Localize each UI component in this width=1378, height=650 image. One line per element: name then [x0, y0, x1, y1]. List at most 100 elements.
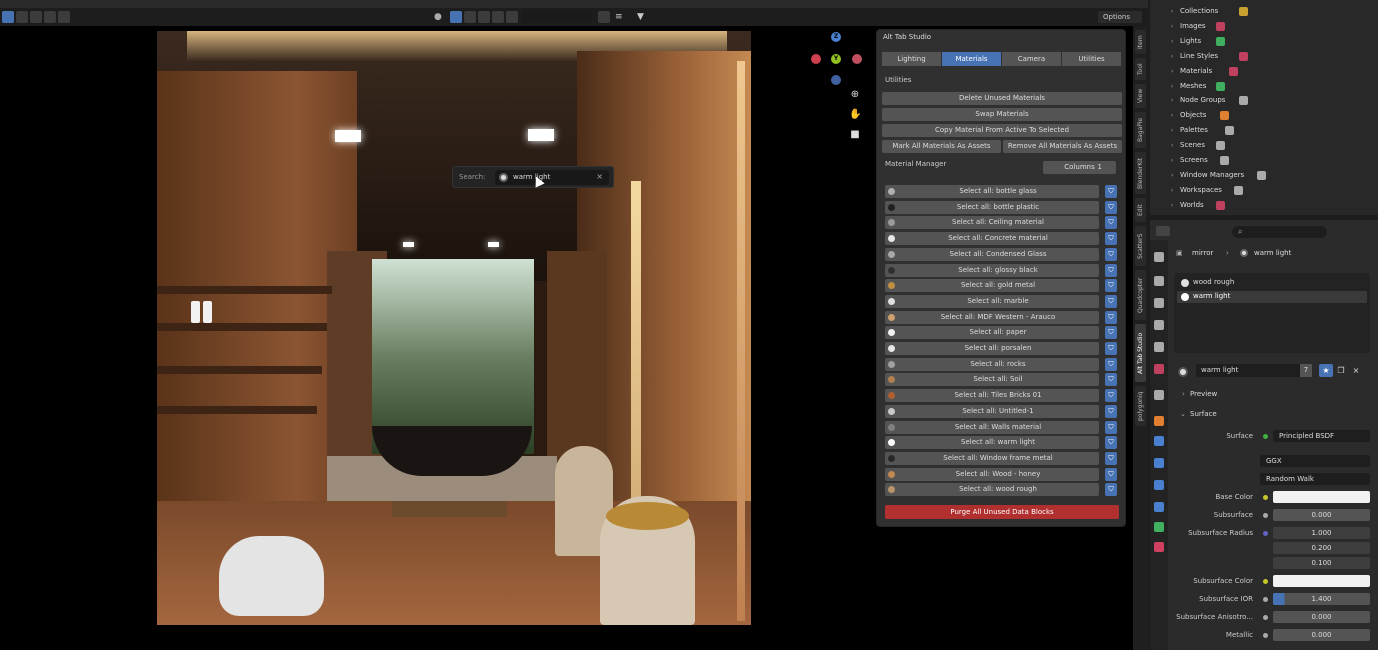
preview-section[interactable]: Preview	[1190, 390, 1217, 398]
tab-lighting[interactable]: Lighting	[882, 52, 941, 66]
material-select-row[interactable]: Select all: Walls material	[885, 420, 1099, 434]
surface-section[interactable]: Surface	[1190, 410, 1217, 418]
material-select-row[interactable]: Select all: rocks	[885, 357, 1099, 371]
preview-chevron-icon[interactable]: ›	[1182, 390, 1185, 398]
material-select-row[interactable]: Select all: glossy black	[885, 263, 1099, 277]
outliner-item[interactable]: › Meshes	[1171, 80, 1206, 93]
outliner-item[interactable]: › Screens	[1171, 154, 1208, 167]
outliner-item[interactable]: › Window Managers	[1171, 169, 1244, 182]
asset-shield-icon[interactable]: ⛉	[1105, 373, 1117, 387]
outliner-item[interactable]: › Worlds	[1171, 199, 1204, 212]
material-browse-icon[interactable]	[1178, 367, 1188, 377]
property-value-field[interactable]: 0.000	[1273, 629, 1370, 641]
sidebar-tab-blenderkit[interactable]: BlenderKit	[1135, 152, 1146, 194]
material-select-row[interactable]: Select all: bottle plastic	[885, 200, 1099, 214]
navigation-gizmo[interactable]: Z Y	[810, 30, 868, 88]
expand-arrow-icon[interactable]: ›	[1171, 184, 1173, 197]
x-axis-icon[interactable]	[852, 54, 862, 64]
camera-view-icon[interactable]: ■	[849, 129, 861, 141]
subsurface-method-dropdown[interactable]: Random Walk	[1260, 473, 1370, 485]
select-subtract-icon[interactable]	[30, 11, 42, 23]
material-select-row[interactable]: Select all: paper	[885, 326, 1099, 340]
asset-shield-icon[interactable]: ⛉	[1105, 185, 1117, 198]
users-count[interactable]: 7	[1300, 364, 1312, 377]
expand-arrow-icon[interactable]: ›	[1171, 169, 1173, 182]
options-dropdown[interactable]: Options	[1098, 11, 1142, 23]
select-extend-icon[interactable]	[16, 11, 28, 23]
property-value-field[interactable]: 0.000	[1273, 611, 1370, 623]
world-tab-icon[interactable]	[1154, 364, 1164, 374]
expand-arrow-icon[interactable]: ›	[1171, 5, 1173, 18]
expand-arrow-icon[interactable]: ›	[1171, 80, 1173, 93]
material-select-row[interactable]: Select all: Concrete material	[885, 232, 1099, 246]
material-select-row[interactable]: Select all: Condensed Glass	[885, 247, 1099, 261]
material-select-row[interactable]: Select all: bottle glass	[885, 185, 1099, 198]
material-name-field[interactable]: warm light	[1196, 364, 1302, 377]
asset-shield-icon[interactable]: ⛉	[1105, 342, 1117, 355]
material-select-row[interactable]: Select all: marble	[885, 294, 1099, 308]
mark-all-assets-button[interactable]: Mark All Materials As Assets	[882, 140, 1001, 153]
asset-shield-icon[interactable]: ⛉	[1105, 420, 1117, 434]
y-axis-icon[interactable]: Y	[831, 54, 841, 64]
expand-arrow-icon[interactable]: ›	[1171, 94, 1173, 107]
swap-materials-button[interactable]: Swap Materials	[882, 108, 1122, 121]
delete-unused-materials-button[interactable]: Delete Unused Materials	[882, 92, 1122, 105]
asset-shield-icon[interactable]: ⛉	[1105, 357, 1117, 371]
tab-materials[interactable]: Materials	[942, 52, 1001, 66]
material-select-row[interactable]: Select all: Soil	[885, 373, 1099, 387]
shading-wireframe-icon[interactable]	[450, 11, 462, 23]
copy-material-button[interactable]: Copy Material From Active To Selected	[882, 124, 1122, 137]
asset-shield-icon[interactable]: ⛉	[1105, 483, 1117, 497]
outliner-item[interactable]: › Line Styles	[1171, 50, 1218, 63]
remove-all-assets-button[interactable]: Remove All Materials As Assets	[1003, 140, 1122, 153]
asset-shield-icon[interactable]: ⛉	[1105, 451, 1117, 465]
asset-shield-icon[interactable]: ⛉	[1105, 436, 1117, 450]
expand-arrow-icon[interactable]: ›	[1171, 124, 1173, 137]
asset-shield-icon[interactable]: ⛉	[1105, 216, 1117, 230]
material-select-row[interactable]: Select all: Untitled-1	[885, 404, 1099, 418]
sidebar-tab-polygoniq[interactable]: polygoniq	[1135, 386, 1146, 426]
shading-material-icon[interactable]	[478, 11, 490, 23]
asset-shield-icon[interactable]: ⛉	[1105, 389, 1117, 403]
property-value-field[interactable]: 0.000	[1273, 509, 1370, 521]
view-layer-tab-icon[interactable]	[1154, 320, 1164, 330]
overlay-icon[interactable]	[506, 11, 518, 23]
expand-arrow-icon[interactable]: ›	[1171, 139, 1173, 152]
expand-arrow-icon[interactable]: ›	[1171, 65, 1173, 78]
sort-icon[interactable]: ≡	[615, 11, 627, 23]
object-tab-icon[interactable]	[1154, 416, 1164, 426]
outliner-item[interactable]: › Collections	[1171, 5, 1218, 18]
sidebar-tab-bagapie[interactable]: BagaPie	[1135, 112, 1146, 148]
properties-search-input[interactable]: ⌕	[1232, 226, 1327, 238]
outliner-item[interactable]: › Palettes	[1171, 124, 1208, 137]
tab-camera[interactable]: Camera	[1002, 52, 1061, 66]
clear-search-icon[interactable]: ×	[596, 172, 603, 181]
expand-arrow-icon[interactable]: ›	[1171, 35, 1173, 48]
property-value-field[interactable]: 1.000	[1273, 527, 1370, 539]
zoom-icon[interactable]: ⊕	[849, 89, 861, 101]
shading-solid-icon[interactable]	[464, 11, 476, 23]
outliner-item[interactable]: › Objects	[1171, 109, 1206, 122]
x-neg-axis-icon[interactable]	[811, 54, 821, 64]
sidebar-tab-scatters[interactable]: ScatterS	[1135, 226, 1146, 266]
z-neg-axis-icon[interactable]	[831, 75, 841, 85]
asset-shield-icon[interactable]: ⛉	[1105, 232, 1117, 246]
asset-shield-icon[interactable]: ⛉	[1105, 200, 1117, 214]
surface-chevron-icon[interactable]: ⌄	[1180, 410, 1186, 418]
material-slot[interactable]: wood rough	[1177, 277, 1367, 289]
scene-tab-icon[interactable]	[1154, 342, 1164, 352]
outliner-item[interactable]: › Workspaces	[1171, 184, 1222, 197]
select-invert-icon[interactable]	[44, 11, 56, 23]
viewport-search-field[interactable]	[522, 11, 592, 23]
editor-type-icon[interactable]	[1156, 226, 1170, 236]
pivot-icon[interactable]: ●	[434, 11, 446, 23]
expand-arrow-icon[interactable]: ›	[1171, 109, 1173, 122]
fake-user-icon[interactable]: ★	[1319, 364, 1333, 377]
shading-rendered-icon[interactable]	[492, 11, 504, 23]
material-select-row[interactable]: Select all: Ceiling material	[885, 216, 1099, 230]
property-value-field[interactable]: 1.400	[1273, 593, 1370, 605]
distribution-dropdown[interactable]: GGX	[1260, 455, 1370, 467]
physics-tab-icon[interactable]	[1154, 480, 1164, 490]
asset-shield-icon[interactable]: ⛉	[1105, 263, 1117, 277]
material-select-row[interactable]: Select all: gold metal	[885, 279, 1099, 293]
